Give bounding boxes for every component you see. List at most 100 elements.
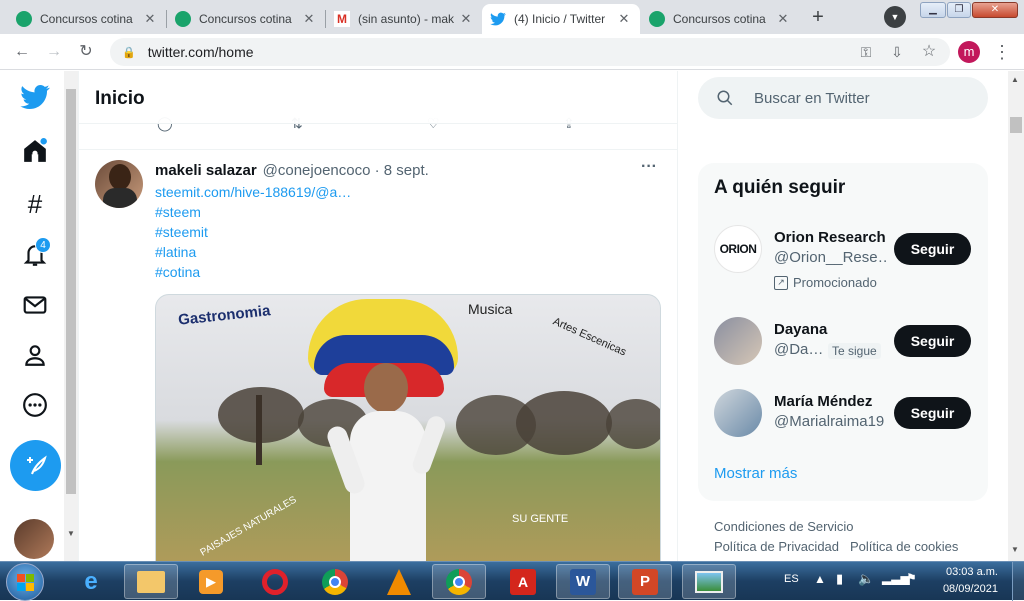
- key-icon[interactable]: ⚿: [856, 42, 876, 62]
- follows-you-badge: Te sigue: [828, 343, 881, 359]
- language-indicator[interactable]: ES: [784, 573, 799, 585]
- image-caption: SU GENTE: [512, 513, 569, 525]
- clock-time[interactable]: 03:03 a.m.: [942, 566, 998, 578]
- tab-search-icon[interactable]: ▼: [884, 6, 906, 28]
- tray-expand-icon[interactable]: ▲: [814, 572, 826, 586]
- start-button[interactable]: [6, 563, 44, 601]
- tweet-link[interactable]: steemit.com/hive-188619/@a…: [155, 182, 351, 202]
- reload-icon[interactable]: ↻: [76, 42, 96, 62]
- close-tab-icon[interactable]: ✕: [301, 11, 317, 27]
- close-tab-icon[interactable]: ✕: [775, 11, 791, 27]
- word-icon[interactable]: W: [556, 564, 610, 599]
- profile-person-icon[interactable]: [17, 337, 53, 373]
- browser-tab[interactable]: M (sin asunto) - mak ✕: [326, 4, 482, 34]
- left-scrollbar[interactable]: ▼: [64, 71, 78, 561]
- footer-link[interactable]: Política de Privacidad: [714, 539, 839, 554]
- browser-tab[interactable]: Concursos cotina ✕: [8, 4, 166, 34]
- more-options-icon[interactable]: [17, 387, 53, 423]
- home-icon[interactable]: [17, 133, 53, 169]
- page-title: Inicio: [95, 88, 145, 109]
- photo-viewer-icon[interactable]: [682, 564, 736, 599]
- search-input[interactable]: Buscar en Twitter: [698, 77, 988, 119]
- footer-link[interactable]: Política de cookies: [850, 539, 958, 554]
- address-bar[interactable]: 🔒 twitter.com/home: [110, 38, 950, 66]
- explore-hashtag-icon[interactable]: #: [17, 186, 53, 222]
- maximize-button[interactable]: ❐: [947, 2, 971, 18]
- hashtag-link[interactable]: #cotina: [155, 262, 200, 282]
- page-scrollbar[interactable]: ▲ ▼: [1008, 71, 1024, 561]
- new-tab-button[interactable]: +: [806, 6, 830, 30]
- hashtag-link[interactable]: #steem: [155, 202, 201, 222]
- powerpoint-icon[interactable]: P: [618, 564, 672, 599]
- explorer-folder-icon[interactable]: [124, 564, 178, 599]
- chrome-active-icon[interactable]: [432, 564, 486, 599]
- follow-suggestion[interactable]: Dayana @Da… Te sigue Seguir: [698, 317, 988, 389]
- browser-tab[interactable]: Concursos cotina ✕: [167, 4, 325, 34]
- suggestion-handle[interactable]: @Marialraima19: [774, 413, 894, 430]
- suggestion-name[interactable]: Dayana: [774, 321, 827, 338]
- close-window-button[interactable]: ✕: [972, 2, 1018, 18]
- follow-suggestion[interactable]: ORION Orion Research @Orion__Rese… ↗ Pro…: [698, 225, 988, 297]
- follow-button[interactable]: Seguir: [894, 233, 971, 265]
- account-avatar[interactable]: [14, 519, 54, 559]
- tweet-image[interactable]: Gastronomia Musica Artes Escenicas PAISA…: [155, 294, 661, 561]
- close-tab-icon[interactable]: ✕: [458, 11, 474, 27]
- network-icon[interactable]: ▮: [836, 571, 843, 587]
- hashtag-link[interactable]: #latina: [155, 242, 196, 262]
- cotina-favicon-icon: [175, 11, 191, 27]
- show-desktop-button[interactable]: [1012, 562, 1024, 601]
- suggestion-handle[interactable]: @Orion__Rese…: [774, 249, 886, 266]
- browser-tab[interactable]: Concursos cotina ✕: [641, 4, 799, 34]
- tweet-author-avatar[interactable]: [95, 160, 143, 208]
- promoted-label: ↗ Promocionado: [774, 275, 877, 290]
- forward-icon[interactable]: →: [44, 42, 64, 62]
- media-player-icon[interactable]: ▶: [184, 564, 238, 599]
- messages-mail-icon[interactable]: [17, 287, 53, 323]
- back-icon[interactable]: ←: [12, 42, 32, 62]
- orion-logo: ORION: [714, 225, 762, 273]
- url-text: twitter.com/home: [147, 44, 254, 60]
- close-tab-icon[interactable]: ✕: [142, 11, 158, 27]
- chrome-menu-icon[interactable]: ⋮: [992, 42, 1012, 62]
- tweet[interactable]: makeli salazar @conejoencoco · 8 sept. ·…: [79, 149, 677, 561]
- bookmark-star-icon[interactable]: ☆: [919, 42, 939, 62]
- tweet-more-icon[interactable]: ···: [641, 158, 657, 176]
- footer-link[interactable]: Condiciones de Servicio: [714, 519, 853, 534]
- follow-button[interactable]: Seguir: [894, 325, 971, 357]
- suggestion-handle[interactable]: @Da…: [774, 341, 822, 358]
- ie-icon[interactable]: e: [64, 564, 118, 599]
- suggestion-name[interactable]: Orion Research: [774, 229, 886, 246]
- browser-tab-bar: Concursos cotina ✕ Concursos cotina ✕ M …: [0, 0, 1024, 34]
- notifications-bell-icon[interactable]: 4: [17, 237, 53, 273]
- image-caption: Gastronomia: [177, 302, 272, 329]
- show-more-link[interactable]: Mostrar más: [714, 465, 797, 482]
- search-icon: [717, 90, 733, 106]
- twitter-favicon-icon: [490, 11, 506, 27]
- volume-icon[interactable]: 🔈: [858, 571, 874, 587]
- action-center-flag-icon[interactable]: ⚑: [906, 571, 917, 585]
- install-icon[interactable]: ⇩: [887, 42, 907, 62]
- minimize-button[interactable]: ▁: [920, 2, 946, 18]
- cotina-favicon-icon: [649, 11, 665, 27]
- vlc-icon[interactable]: [372, 564, 426, 599]
- who-to-follow-box: A quién seguir ORION Orion Research @Ori…: [698, 163, 988, 501]
- timeline-column: ◯ ⇅ ♡ ⇪ Inicio makeli salazar @conejoenc…: [78, 71, 678, 561]
- twitter-logo-icon[interactable]: [17, 79, 53, 115]
- notifications-badge: 4: [35, 237, 51, 253]
- browser-tab-active[interactable]: (4) Inicio / Twitter ✕: [482, 4, 640, 34]
- image-caption: PAISAJES NATURALES: [198, 494, 299, 559]
- tweet-author-name[interactable]: makeli salazar: [155, 162, 257, 179]
- opera-icon[interactable]: [248, 564, 302, 599]
- clock-date[interactable]: 08/09/2021: [940, 583, 998, 595]
- follow-button[interactable]: Seguir: [894, 397, 971, 429]
- tweet-handle-date[interactable]: @conejoencoco · 8 sept.: [263, 162, 429, 179]
- close-tab-icon[interactable]: ✕: [616, 11, 632, 27]
- acrobat-icon[interactable]: A: [496, 564, 550, 599]
- profile-avatar[interactable]: m: [958, 41, 980, 63]
- hashtag-link[interactable]: #steemit: [155, 222, 208, 242]
- chrome-icon[interactable]: [308, 564, 362, 599]
- feather-plus-icon: [26, 455, 47, 474]
- follow-suggestion[interactable]: María Méndez @Marialraima19 Seguir: [698, 389, 988, 461]
- suggestion-name[interactable]: María Méndez: [774, 393, 872, 410]
- compose-tweet-button[interactable]: [10, 440, 61, 491]
